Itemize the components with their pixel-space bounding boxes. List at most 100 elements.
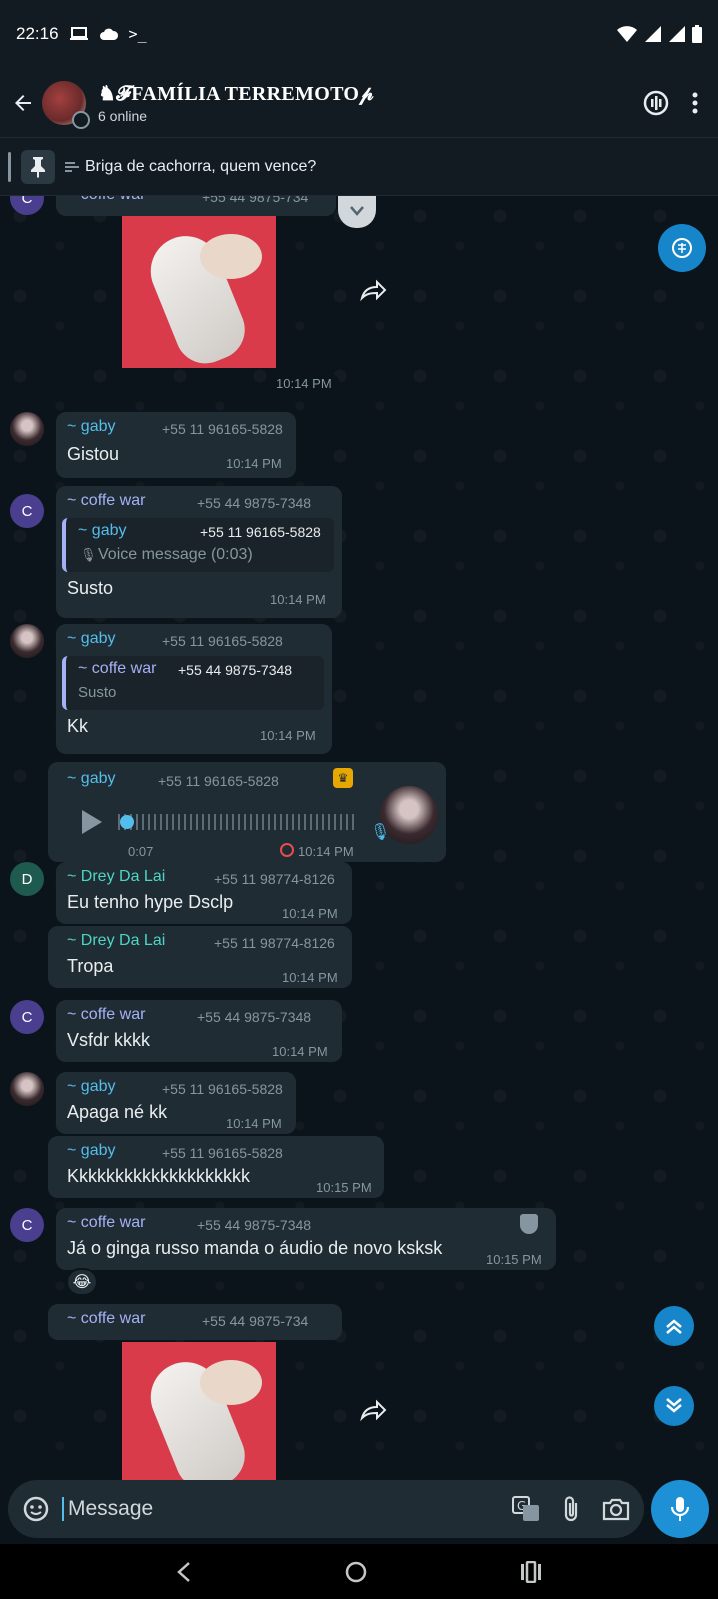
- sender-name[interactable]: ~ gaby: [67, 1142, 115, 1160]
- message-bubble[interactable]: ~ coffe war +55 44 9875-7348 Vsfdr kkkk …: [56, 1000, 342, 1062]
- message-time: 10:14 PM: [226, 1116, 282, 1131]
- sender-name[interactable]: ~ coffe war: [67, 1310, 145, 1328]
- voice-chat-icon[interactable]: [642, 89, 670, 117]
- sender-avatar[interactable]: D: [10, 862, 44, 896]
- sender-avatar[interactable]: [10, 1072, 44, 1106]
- quoted-text: Susto: [78, 684, 117, 701]
- sender-phone: +55 11 96165-5828: [162, 1145, 283, 1161]
- message-input[interactable]: [62, 1497, 462, 1521]
- pin-icon[interactable]: [21, 149, 55, 184]
- sender-avatar[interactable]: C: [10, 196, 44, 215]
- ai-assistant-button[interactable]: [658, 224, 706, 272]
- sender-phone: +55 44 9875-734: [202, 196, 309, 205]
- message-text: Gistou: [67, 444, 120, 464]
- chat-header: ♞𝓕FAMÍLIA TERREMOTO𝓅 6 online: [0, 68, 718, 138]
- emoji-sticker-icon[interactable]: [22, 1495, 50, 1523]
- quoted-text: Voice message (0:03): [98, 546, 253, 563]
- image-message[interactable]: ~ coffe war +55 44 9875-734: [56, 196, 336, 216]
- quoted-sender: ~ gaby: [78, 522, 127, 539]
- message-bubble[interactable]: ~ gaby +55 11 96165-5828 Apaga né kk 10:…: [56, 1072, 296, 1134]
- sender-phone: +55 44 9875-7348: [197, 1009, 312, 1025]
- back-arrow-icon[interactable]: [8, 88, 38, 118]
- sender-name[interactable]: ~ coffe war: [67, 1006, 145, 1024]
- group-title: ♞𝓕FAMÍLIA TERREMOTO𝓅: [98, 83, 374, 105]
- quoted-message[interactable]: ~ gaby +55 11 96165-5828 🎙 Voice message…: [62, 518, 334, 572]
- sticker-image[interactable]: [122, 216, 276, 368]
- sender-name[interactable]: ~ gaby: [67, 1078, 115, 1096]
- scroll-down-button[interactable]: [654, 1386, 694, 1426]
- sticker-image[interactable]: [122, 1342, 276, 1480]
- message-text: Kkkkkkkkkkkkkkkkkkkk: [67, 1166, 251, 1186]
- message-time: 10:14 PM: [270, 592, 326, 607]
- attach-icon[interactable]: [562, 1495, 580, 1523]
- message-bubble[interactable]: ~ Drey Da Lai +55 11 98774-8126 Tropa 10…: [48, 926, 352, 988]
- pinned-message-bar[interactable]: Briga de cachorra, quem vence?: [0, 138, 718, 196]
- laptop-icon: [69, 27, 88, 40]
- forward-icon[interactable]: [358, 276, 388, 306]
- sender-phone: +55 11 96165-5828: [162, 421, 283, 437]
- signal-icon-2: [669, 26, 685, 42]
- reaction-emoji[interactable]: 😂: [66, 1268, 98, 1296]
- sender-name[interactable]: ~ coffe war: [67, 1214, 145, 1232]
- sender-avatar[interactable]: [10, 624, 44, 658]
- sender-phone: +55 11 98774-8126: [214, 935, 335, 951]
- scroll-down-small[interactable]: [338, 196, 376, 228]
- sender-phone: +55 44 9875-7348: [197, 495, 312, 511]
- mic-icon: 🎙: [370, 824, 391, 841]
- sender-name[interactable]: ~ gaby: [67, 630, 115, 648]
- message-text: Vsfdr kkkk: [67, 1030, 151, 1050]
- forward-icon[interactable]: [358, 1396, 388, 1426]
- message-time: 10:14 PM: [260, 728, 316, 743]
- nav-back-icon[interactable]: [176, 1561, 192, 1583]
- message-time: 10:15 PM: [316, 1180, 372, 1195]
- sender-avatar[interactable]: C: [10, 1000, 44, 1034]
- sender-avatar[interactable]: [10, 412, 44, 446]
- message-bubble[interactable]: ~ Drey Da Lai +55 11 98774-8126 Eu tenho…: [56, 862, 352, 924]
- sender-name[interactable]: ~ gaby: [67, 770, 115, 788]
- mic-icon: 🎙: [80, 547, 97, 562]
- terminal-icon: >_: [128, 25, 147, 43]
- cloud-icon: [99, 28, 118, 40]
- voice-message[interactable]: ~ gaby +55 11 96165-5828 ♛ 0:07 10:14 PM…: [48, 762, 446, 862]
- nav-recents-icon[interactable]: [520, 1560, 542, 1583]
- sender-name[interactable]: ~ Drey Da Lai: [67, 932, 165, 950]
- reply-message[interactable]: ~ gaby +55 11 96165-5828 ~ coffe war +55…: [56, 624, 332, 754]
- group-info[interactable]: ♞𝓕FAMÍLIA TERREMOTO𝓅 6 online: [98, 81, 374, 124]
- message-text: Tropa: [67, 956, 114, 976]
- playback-dot[interactable]: [120, 815, 134, 829]
- message-text: Kk: [67, 716, 89, 736]
- camera-icon[interactable]: [602, 1497, 630, 1521]
- admin-crown-icon: ♛: [333, 768, 353, 788]
- reply-message[interactable]: ~ coffe war +55 44 9875-7348 ~ gaby +55 …: [56, 486, 342, 618]
- group-avatar[interactable]: [42, 80, 90, 129]
- sender-avatar[interactable]: C: [10, 1208, 44, 1242]
- sender-avatar[interactable]: C: [10, 494, 44, 528]
- play-icon[interactable]: [80, 808, 104, 836]
- quoted-message[interactable]: ~ coffe war +55 44 9875-7348 Susto: [62, 656, 324, 710]
- sender-phone: +55 11 96165-5828: [162, 633, 283, 649]
- message-list[interactable]: C ~ coffe war +55 44 9875-734 10:14 PM ~…: [0, 196, 718, 1480]
- image-message[interactable]: ~ coffe war +55 44 9875-734: [48, 1304, 342, 1340]
- scroll-up-button[interactable]: [654, 1306, 694, 1346]
- sender-phone: +55 11 98774-8126: [214, 871, 335, 887]
- message-time: 10:14 PM: [226, 456, 282, 471]
- sender-name[interactable]: ~ Drey Da Lai: [67, 868, 165, 886]
- message-time: 10:15 PM: [486, 1252, 542, 1267]
- sender-name[interactable]: ~ coffe war: [67, 492, 145, 510]
- sender-name[interactable]: ~ gaby: [67, 418, 115, 436]
- more-options-icon[interactable]: [692, 91, 698, 115]
- online-count: 6 online: [98, 108, 148, 124]
- poll-icon: [65, 161, 79, 172]
- quoted-phone: +55 11 96165-5828: [200, 524, 321, 540]
- nav-home-icon[interactable]: [344, 1560, 368, 1584]
- input-bar: G: [0, 1480, 718, 1544]
- message-text: Já o ginga russo manda o áudio de novo k…: [67, 1238, 443, 1258]
- voice-record-button[interactable]: [651, 1480, 709, 1538]
- message-bubble[interactable]: ~ coffe war +55 44 9875-7348 Já o ginga …: [56, 1208, 556, 1270]
- voice-waveform[interactable]: [118, 814, 354, 830]
- message-bubble[interactable]: ~ gaby +55 11 96165-5828 Kkkkkkkkkkkkkkk…: [48, 1136, 384, 1198]
- translate-icon[interactable]: G: [512, 1496, 540, 1522]
- pin-indicator: [8, 151, 11, 182]
- message-bubble[interactable]: ~ gaby +55 11 96165-5828 Gistou 10:14 PM: [56, 412, 296, 478]
- sender-name[interactable]: ~ coffe war: [67, 196, 145, 204]
